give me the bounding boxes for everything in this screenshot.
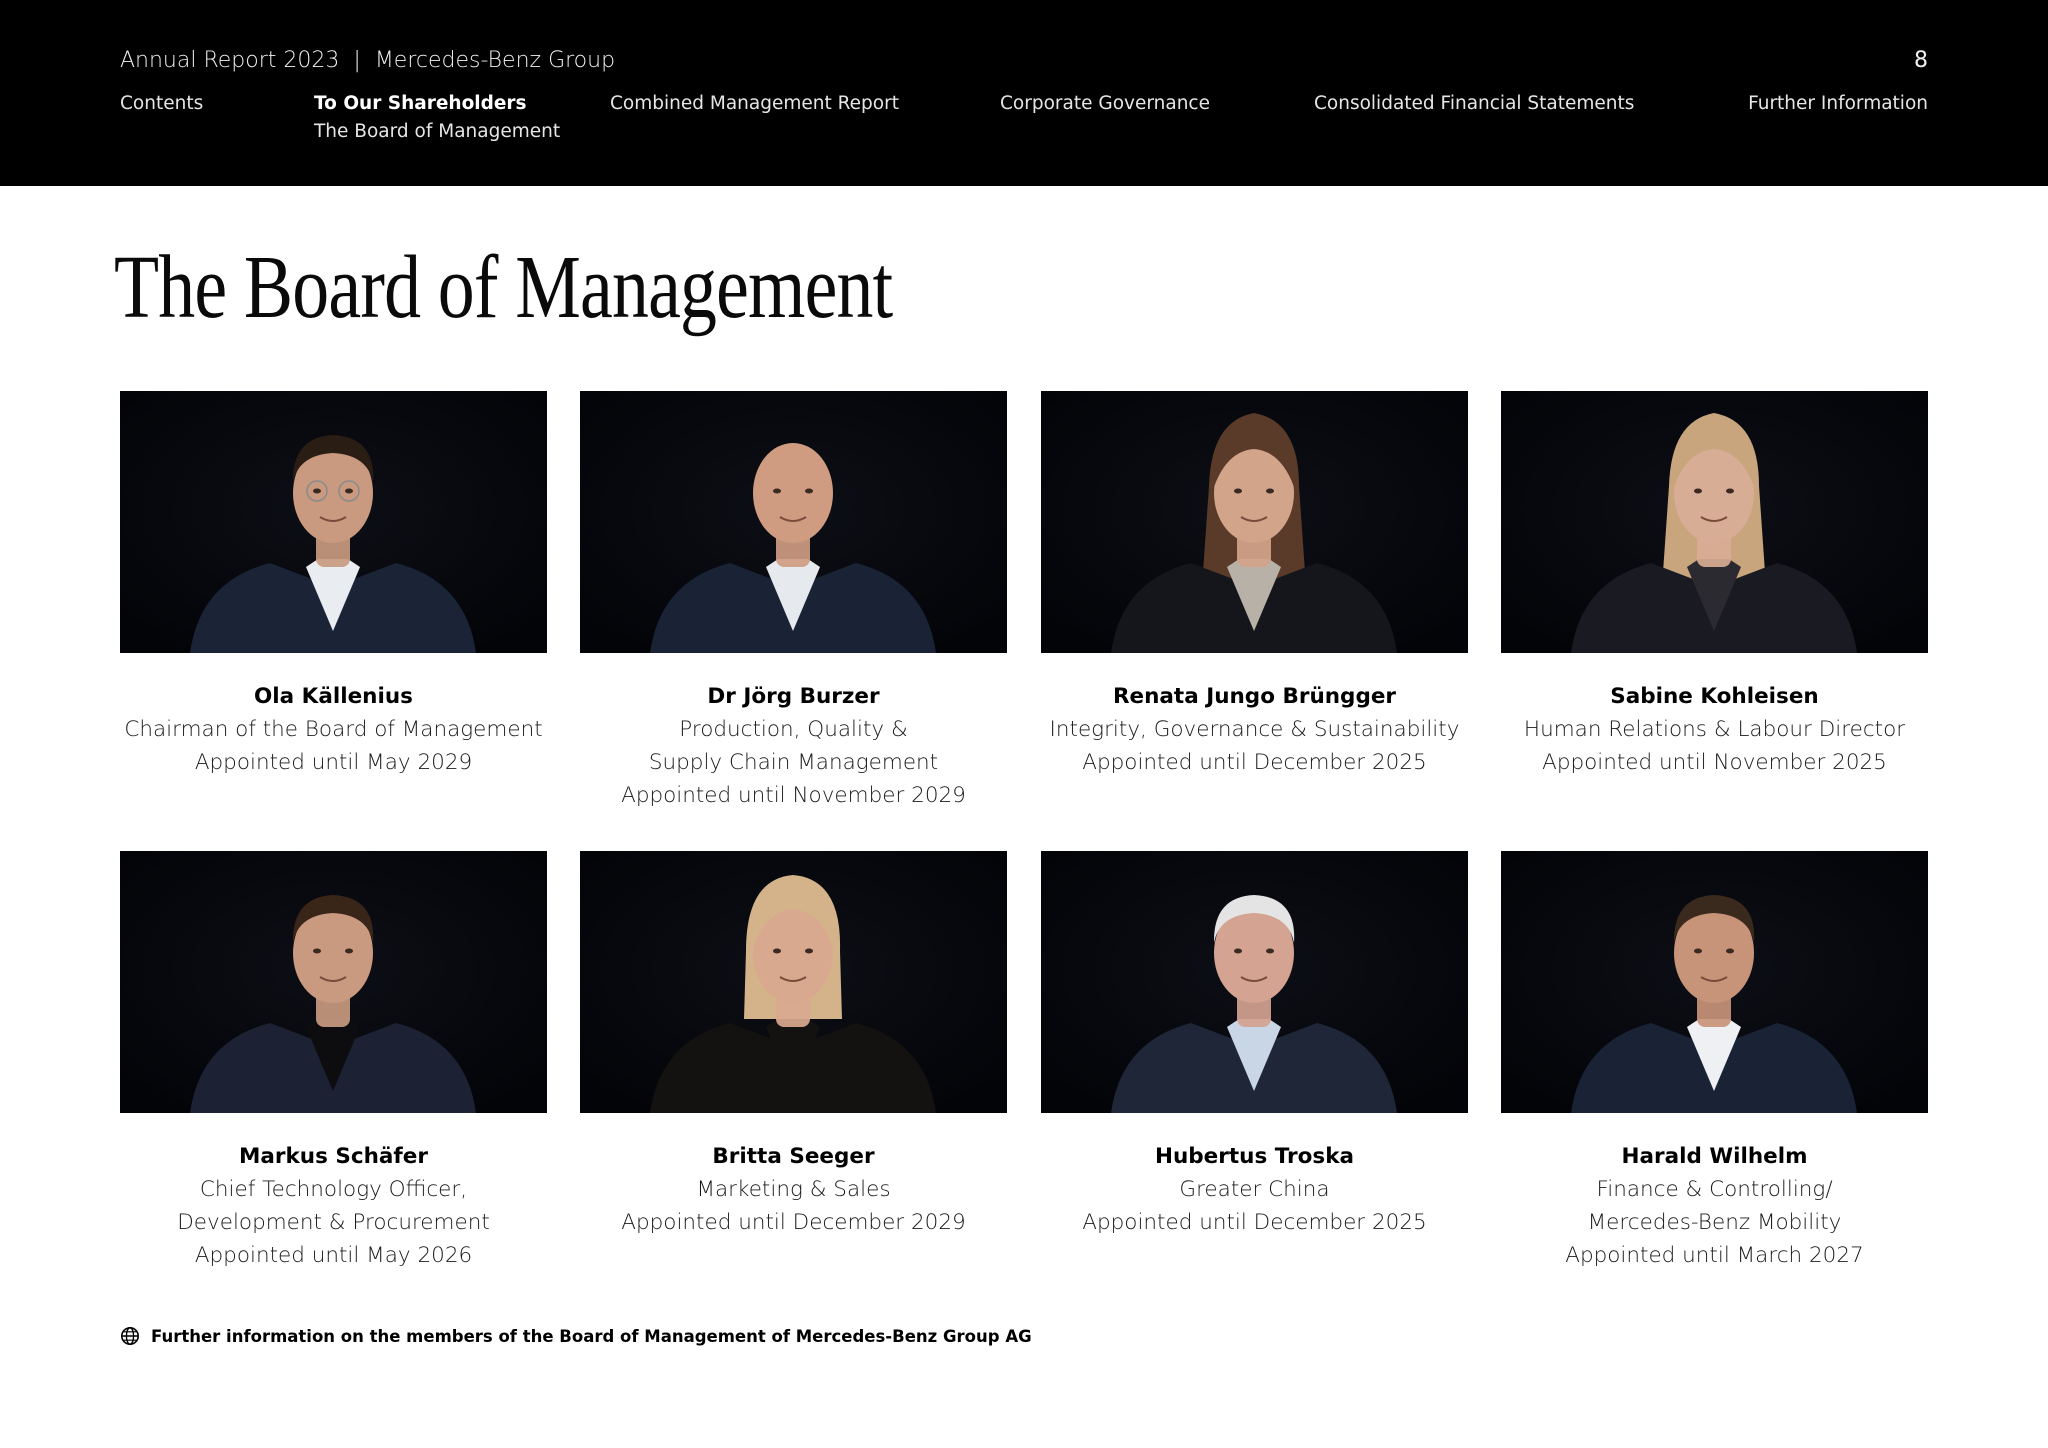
portrait-photo [120, 391, 547, 653]
nav-sub-board-of-management[interactable]: The Board of Management [314, 121, 560, 142]
member-role: Development & Procurement [177, 1210, 490, 1235]
member-term: Appointed until December 2029 [621, 1210, 966, 1235]
portrait-silhouette [1041, 391, 1468, 653]
member-role: Finance & Controlling/ [1596, 1177, 1833, 1202]
board-member-card: Britta Seeger Marketing & Sales Appointe… [580, 851, 1007, 1239]
member-role: Marketing & Sales [696, 1177, 891, 1202]
member-name: Harald Wilhelm [1621, 1144, 1808, 1169]
member-role: Production, Quality & [679, 717, 908, 742]
globe-icon [121, 1327, 139, 1345]
further-information-link[interactable]: Further information on the members of th… [120, 1326, 1032, 1346]
member-term: Appointed until December 2025 [1082, 1210, 1427, 1235]
page-title: The Board of Management [114, 238, 893, 337]
right-eye [1726, 488, 1734, 494]
member-info: Ola Källenius Chairman of the Board of M… [120, 680, 547, 779]
member-info: Dr Jörg Burzer Production, Quality & Sup… [580, 680, 1007, 812]
left-eye [313, 488, 321, 494]
member-term: Appointed until March 2027 [1565, 1243, 1864, 1268]
member-term: Appointed until November 2025 [1542, 750, 1887, 775]
title-separator: | [353, 48, 361, 73]
member-name: Renata Jungo Brüngger [1112, 684, 1397, 709]
company-name: Mercedes-Benz Group [374, 48, 616, 73]
left-eye [1234, 948, 1242, 954]
left-eye [1694, 488, 1702, 494]
report-title-text: Annual Report 2023 [120, 48, 340, 73]
portrait-photo [1041, 851, 1468, 1113]
board-member-card: Hubertus Troska Greater China Appointed … [1041, 851, 1468, 1239]
portrait-silhouette [580, 851, 1007, 1113]
board-member-card: Ola Källenius Chairman of the Board of M… [120, 391, 547, 779]
left-eye [1694, 948, 1702, 954]
member-name: Dr Jörg Burzer [707, 684, 880, 709]
member-term: Appointed until May 2029 [194, 750, 473, 775]
page-number: 8 [1914, 48, 1928, 73]
right-eye [1266, 948, 1274, 954]
left-eye [1234, 488, 1242, 494]
board-member-card: Harald Wilhelm Finance & Controlling/ Me… [1501, 851, 1928, 1272]
portrait-silhouette [120, 851, 547, 1113]
board-member-card: Dr Jörg Burzer Production, Quality & Sup… [580, 391, 1007, 812]
further-information-link-text: Further information on the members of th… [151, 1326, 1032, 1346]
member-role: Greater China [1179, 1177, 1330, 1202]
portrait-photo [1041, 391, 1468, 653]
board-member-card: Sabine Kohleisen Human Relations & Labou… [1501, 391, 1928, 779]
nav-to-our-shareholders[interactable]: To Our Shareholders [314, 93, 527, 114]
portrait-photo [120, 851, 547, 1113]
top-navigation-bar: Annual Report 2023 | Mercedes-Benz Group 8… [0, 0, 2048, 186]
member-info: Sabine Kohleisen Human Relations & Labou… [1501, 680, 1928, 779]
member-name: Sabine Kohleisen [1610, 684, 1819, 709]
member-name: Markus Schäfer [239, 1144, 428, 1169]
right-eye [345, 488, 353, 494]
portrait-photo [580, 391, 1007, 653]
member-role: Chief Technology Officer, [199, 1177, 468, 1202]
portrait-silhouette [1501, 391, 1928, 653]
member-name: Britta Seeger [712, 1144, 875, 1169]
left-eye [313, 948, 321, 954]
portrait-silhouette [1041, 851, 1468, 1113]
member-info: Hubertus Troska Greater China Appointed … [1041, 1140, 1468, 1239]
member-name: Hubertus Troska [1154, 1144, 1355, 1169]
member-role: Human Relations & Labour Director [1523, 717, 1906, 742]
face [753, 443, 833, 543]
left-eye [773, 948, 781, 954]
member-term: Appointed until December 2025 [1082, 750, 1427, 775]
member-info: Renata Jungo Brüngger Integrity, Governa… [1041, 680, 1468, 779]
report-title: Annual Report 2023 | Mercedes-Benz Group [120, 48, 615, 73]
nav-corporate-governance[interactable]: Corporate Governance [1000, 93, 1210, 114]
member-role: Integrity, Governance & Sustainability [1049, 717, 1460, 742]
member-info: Britta Seeger Marketing & Sales Appointe… [580, 1140, 1007, 1239]
portrait-photo [580, 851, 1007, 1113]
nav-contents[interactable]: Contents [120, 93, 203, 114]
portrait-silhouette [1501, 851, 1928, 1113]
member-info: Harald Wilhelm Finance & Controlling/ Me… [1501, 1140, 1928, 1272]
left-eye [773, 488, 781, 494]
member-role: Mercedes-Benz Mobility [1587, 1210, 1842, 1235]
portrait-photo [1501, 851, 1928, 1113]
right-eye [805, 948, 813, 954]
member-term: Appointed until November 2029 [621, 783, 966, 808]
right-eye [1726, 948, 1734, 954]
right-eye [345, 948, 353, 954]
right-eye [1266, 488, 1274, 494]
nav-further-information[interactable]: Further Information [1748, 93, 1928, 114]
portrait-silhouette [580, 391, 1007, 653]
member-name: Ola Källenius [254, 684, 413, 709]
portrait-silhouette [120, 391, 547, 653]
nav-combined-management-report[interactable]: Combined Management Report [610, 93, 899, 114]
board-member-card: Markus Schäfer Chief Technology Officer,… [120, 851, 547, 1272]
member-role: Supply Chain Management [648, 750, 939, 775]
member-info: Markus Schäfer Chief Technology Officer,… [120, 1140, 547, 1272]
portrait-photo [1501, 391, 1928, 653]
nav-consolidated-financial-statements[interactable]: Consolidated Financial Statements [1314, 93, 1634, 114]
member-term: Appointed until May 2026 [194, 1243, 473, 1268]
member-role: Chairman of the Board of Management [124, 717, 543, 742]
right-eye [805, 488, 813, 494]
board-member-card: Renata Jungo Brüngger Integrity, Governa… [1041, 391, 1468, 779]
